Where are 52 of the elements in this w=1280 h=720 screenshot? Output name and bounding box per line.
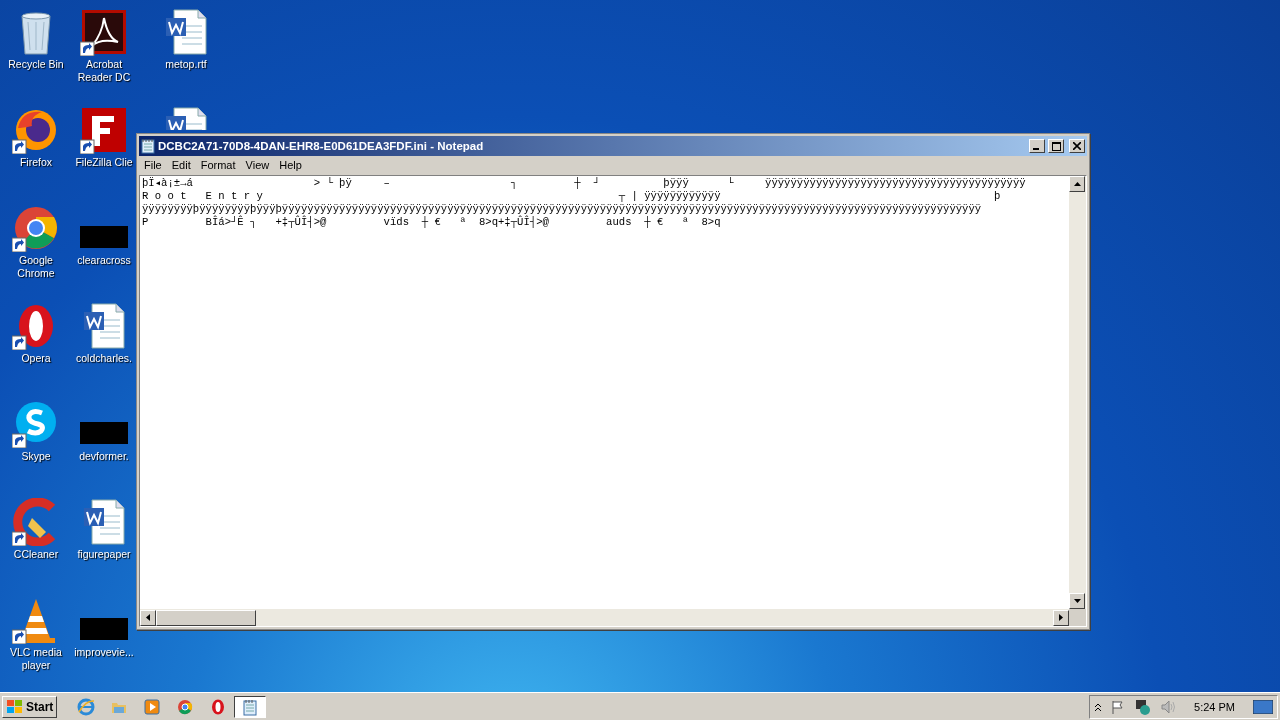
window-title: DCBC2A71-70D8-4DAN-EHR8-E0D61DEA3FDF.ini - Notepad [158,140,485,152]
icon-label: Opera [21,352,51,365]
text-line: þÏ◂à¡±→á > └ þÿ – ┐ ┼ ┘ þÿÿÿ └ ÿÿÿÿÿÿÿÿÿÿÿÿÿÿÿÿÿÿÿÿÿÿÿÿÿÿÿÿÿÿÿÿÿÿÿÿÿÿÿÿÿ [142,177,1027,190]
acrobat-icon[interactable] [80,8,128,56]
icon-label: clearacross [77,254,131,267]
close-button[interactable] [1069,139,1085,153]
up-arrow-icon [1073,182,1081,186]
text-line: P BÎá>┘Ê ┐ +‡┬ÛÎ┤>@ vïds ┼ € ª 8>q+‡┬ÛÎ┤>@ auds ┼ € ª 8>q [142,216,721,229]
horizontal-scrollbar[interactable] [140,609,1069,626]
icon-label: improvevie... [74,646,134,659]
icon-label: Acrobat Reader DC [76,58,132,84]
icon-label: figurepaper [77,548,131,561]
icon-label: devformer. [79,450,129,463]
icon-label: metop.rtf [165,58,207,71]
text-line: ÿÿÿÿÿÿÿÿþÿÿÿÿÿÿÿÿþÿÿÿþÿÿÿÿÿÿÿÿÿÿÿÿÿÿÿÿÿÿÿÿÿÿÿÿÿÿÿÿÿÿÿÿÿÿÿÿÿÿÿÿÿÿÿÿÿÿÿÿÿÿÿÿÿÿÿÿÿÿÿÿÿÿÿÿÿÿÿÿÿÿÿÿÿÿÿÿÿÿÿÿÿÿÿÿÿÿÿÿÿÿÿÿÿÿÿÿÿÿÿÿÿÿÿÿÿÿÿÿÿÿ [142,203,983,216]
icon-label: coldcharles. [76,352,132,365]
icon-label: FileZilla Clie [75,156,133,169]
network-icon[interactable] [1134,697,1153,716]
minimize-button[interactable] [1029,139,1045,153]
menu-item[interactable]: Edit [166,159,196,171]
close-icon [1073,142,1081,150]
right-arrow-icon [1059,614,1063,621]
maximize-button[interactable] [1048,139,1064,153]
notepad-icon [141,138,155,154]
show-desktop-icon[interactable] [1253,699,1273,714]
windows-flag-icon [6,698,24,715]
notepad-icon [241,697,260,716]
icon-label: Recycle Bin [8,58,64,71]
icon-label: Firefox [19,156,53,169]
menu-item[interactable]: Format [195,159,241,171]
chrome-icon[interactable] [12,204,60,252]
start-button[interactable]: Start [2,695,58,718]
chevron-up-icon[interactable] [1094,701,1103,712]
menu-item[interactable]: Help [274,159,307,171]
icon-label: Google Chrome [16,254,56,280]
chrome-icon [175,697,194,716]
left-arrow-icon [146,614,150,621]
icon-label: Skype [21,450,51,463]
maximize-icon [1051,141,1061,151]
icon-label: VLC media player [9,646,63,672]
menu-item[interactable]: View [240,159,275,171]
menu-item[interactable]: File [139,159,167,171]
icon-label: CCleaner [13,548,59,561]
text-line: R o o t E n t r y ┬ | ÿÿÿÿÿÿÿÿÿÿÿÿ þ [142,190,1002,203]
clock-time[interactable]: 5:24 PM [1194,700,1235,713]
taskbar-button[interactable] [234,695,267,718]
scrollbar-corner [1069,609,1086,626]
filezilla-icon[interactable] [80,106,128,154]
media-player-icon [142,697,161,716]
vertical-scrollbar[interactable] [1069,176,1086,609]
ie-icon [76,697,95,716]
down-arrow-icon [1073,599,1081,603]
